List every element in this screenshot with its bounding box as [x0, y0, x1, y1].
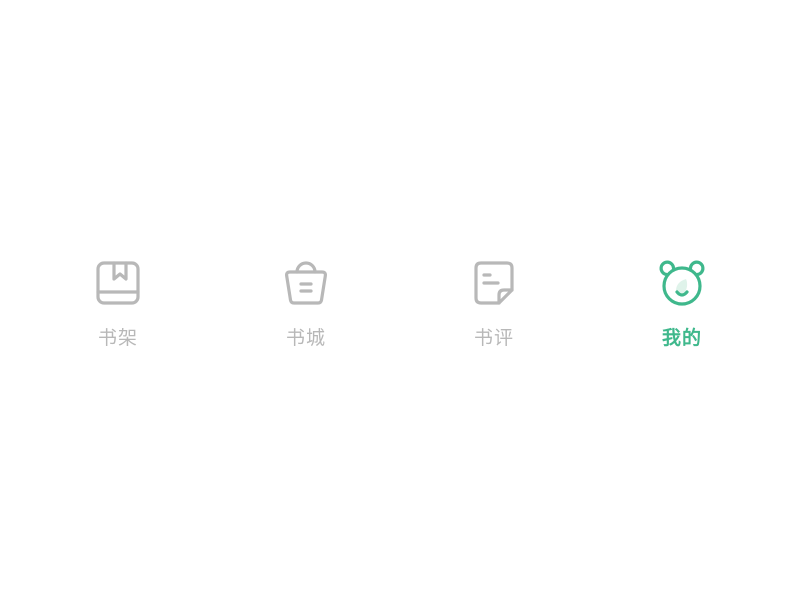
document-icon [469, 258, 519, 310]
bottom-tab-bar: 书架 书城 书评 我的 [24, 258, 776, 358]
tab-bookstore[interactable]: 书城 [212, 258, 400, 358]
tab-label: 我的 [661, 327, 702, 349]
bear-face-icon [657, 258, 707, 310]
bookshelf-icon [93, 258, 143, 310]
tab-label: 书评 [473, 327, 514, 349]
tab-book-review[interactable]: 书评 [400, 258, 588, 358]
tab-me[interactable]: 我的 [588, 258, 776, 358]
shopping-bag-icon [281, 258, 331, 310]
app-screen: 书架 书城 书评 我的 [0, 0, 800, 600]
tab-label: 书城 [285, 327, 326, 349]
tab-label: 书架 [97, 327, 138, 349]
tab-bookshelf[interactable]: 书架 [24, 258, 212, 358]
